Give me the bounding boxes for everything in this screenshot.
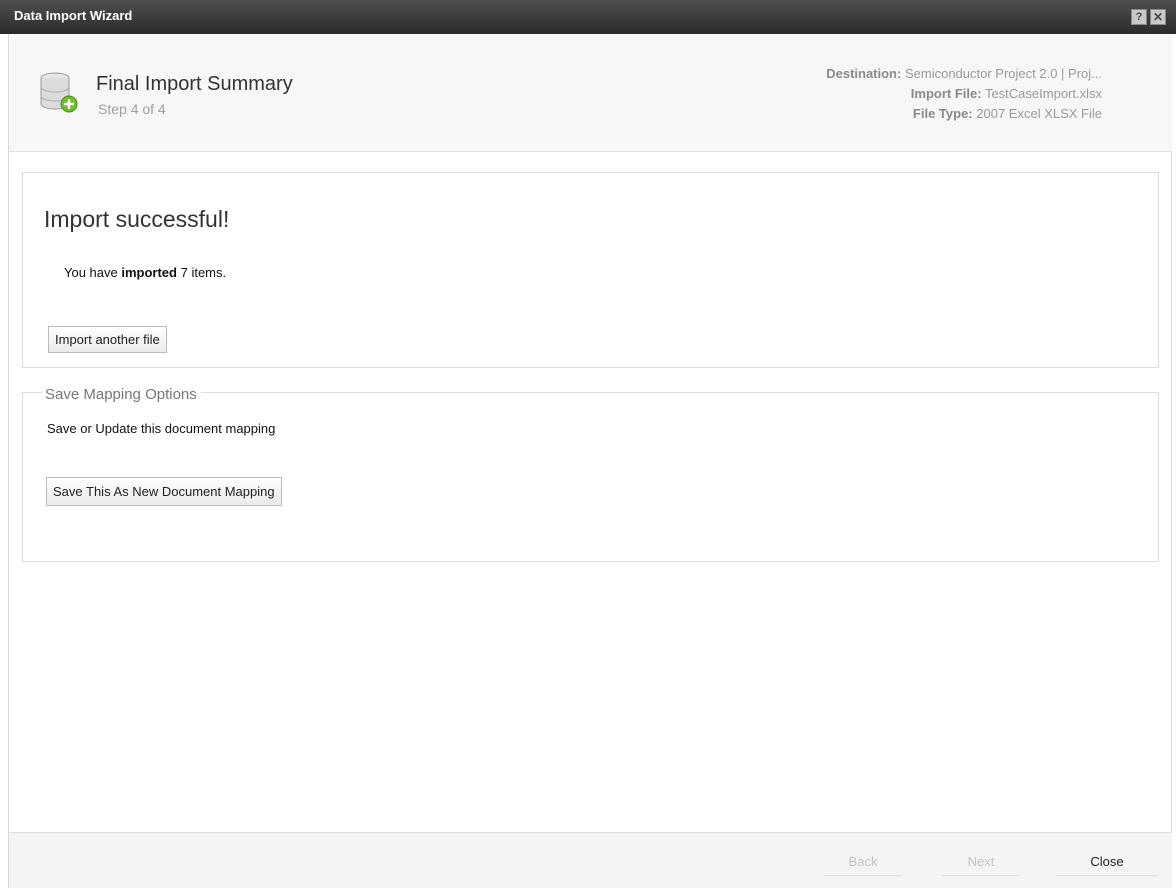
file-type-value: 2007 Excel XLSX File xyxy=(976,106,1102,121)
success-message: You have imported 7 items. xyxy=(64,265,226,280)
step-indicator: Step 4 of 4 xyxy=(98,101,166,117)
back-button[interactable]: Back xyxy=(824,848,902,876)
title-bar: Data Import Wizard ? ✕ xyxy=(0,0,1176,34)
import-file-label: Import File: xyxy=(910,86,982,101)
wizard-body: Final Import Summary Step 4 of 4 Destina… xyxy=(8,34,1172,888)
import-file-value: TestCaseImport.xlsx xyxy=(984,86,1102,101)
close-window-icon[interactable]: ✕ xyxy=(1150,9,1166,25)
import-file-row: Import File: TestCaseImport.xlsx xyxy=(826,84,1102,104)
wizard-header: Final Import Summary Step 4 of 4 Destina… xyxy=(9,34,1172,152)
database-add-icon xyxy=(40,72,78,113)
destination-label: Destination: xyxy=(826,66,902,81)
save-mapping-legend: Save Mapping Options xyxy=(42,386,201,403)
success-heading: Import successful! xyxy=(44,206,230,232)
success-message-bold: imported xyxy=(121,265,177,280)
import-another-file-button[interactable]: Import another file xyxy=(48,326,167,353)
wizard-footer: Back Next Close xyxy=(9,832,1172,888)
success-message-suffix: 7 items. xyxy=(176,265,227,280)
page-title: Final Import Summary xyxy=(96,73,293,95)
file-type-row: File Type: 2007 Excel XLSX File xyxy=(826,104,1102,124)
import-details: Destination: Semiconductor Project 2.0 |… xyxy=(826,64,1102,124)
window-title: Data Import Wizard xyxy=(14,8,133,23)
next-button[interactable]: Next xyxy=(942,848,1020,876)
success-message-prefix: You have xyxy=(64,265,122,280)
destination-value: Semiconductor Project 2.0 | Proj... xyxy=(904,66,1102,81)
file-type-label: File Type: xyxy=(912,106,973,121)
import-result-panel: Import successful! You have imported 7 i… xyxy=(22,172,1159,368)
save-new-mapping-button[interactable]: Save This As New Document Mapping xyxy=(46,477,282,506)
destination-row: Destination: Semiconductor Project 2.0 |… xyxy=(826,64,1102,84)
help-icon[interactable]: ? xyxy=(1131,9,1147,25)
close-button[interactable]: Close xyxy=(1056,848,1158,876)
save-mapping-description: Save or Update this document mapping xyxy=(47,421,276,436)
